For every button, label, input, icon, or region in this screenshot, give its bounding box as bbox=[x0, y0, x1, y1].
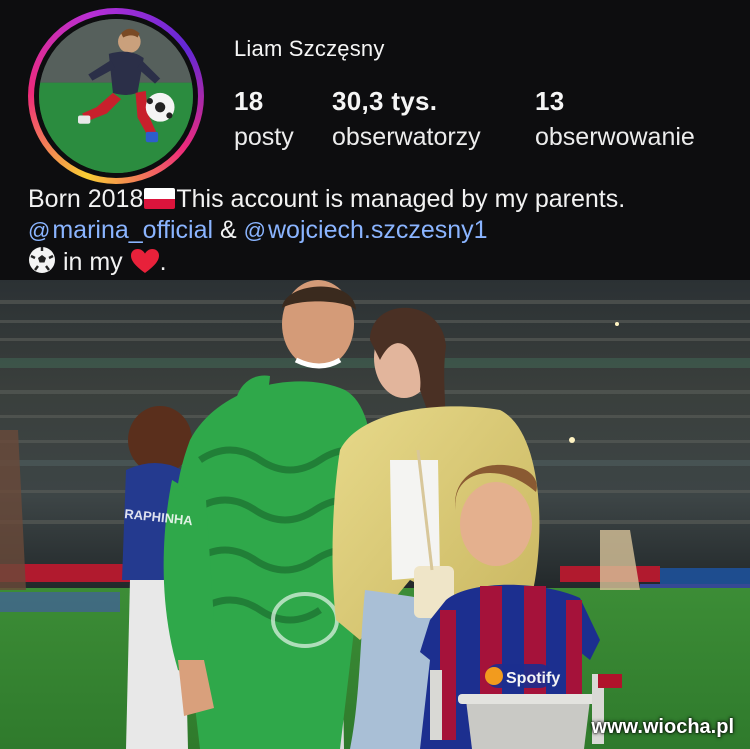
jersey-sponsor-text: Spotify bbox=[506, 670, 560, 687]
bio-born: Born 2018 bbox=[28, 185, 144, 213]
stadium-photo-illustration: Spotify RAPHINHA bbox=[0, 280, 750, 749]
followers-count: 30,3 tys. bbox=[332, 86, 438, 116]
mention-marina[interactable]: @marina_official bbox=[28, 216, 213, 244]
post-photo[interactable]: Spotify RAPHINHA www.wiocha.pl bbox=[0, 280, 750, 749]
profile-bio: Born 2018 This account is managed by my p… bbox=[28, 184, 728, 278]
stat-following[interactable]: 13 obserwowanie bbox=[535, 86, 695, 152]
red-heart-icon bbox=[130, 249, 159, 273]
avatar-image bbox=[39, 19, 193, 173]
threads-icon: @ bbox=[28, 218, 51, 243]
bio-line-1: Born 2018 This account is managed by my p… bbox=[28, 184, 728, 215]
soccer-ball-icon bbox=[29, 247, 55, 273]
story-ring[interactable] bbox=[28, 8, 204, 184]
followers-label: obserwatorzy bbox=[332, 123, 481, 151]
poland-flag-icon bbox=[144, 188, 176, 209]
mention-wojciech[interactable]: @wojciech.szczesny1 bbox=[244, 216, 488, 244]
watermark: www.wiocha.pl bbox=[591, 716, 734, 738]
profile-header: Liam Szczęsny 18 posty 30,3 tys. obserwa… bbox=[0, 0, 750, 280]
threads-icon: @ bbox=[243, 218, 266, 243]
bio-amp: & bbox=[213, 216, 244, 244]
bio-in-my: in my bbox=[56, 248, 130, 276]
posts-count: 18 bbox=[234, 86, 264, 116]
stat-followers[interactable]: 30,3 tys. obserwatorzy bbox=[332, 86, 481, 152]
profile-username: Liam Szczęsny bbox=[234, 36, 385, 61]
bio-line-3: in my . bbox=[28, 246, 728, 278]
bio-managed: This account is managed by my parents. bbox=[176, 185, 626, 213]
stat-posts[interactable]: 18 posty bbox=[234, 86, 294, 152]
mention-marina-text: marina_official bbox=[52, 216, 214, 244]
posts-label: posty bbox=[234, 123, 294, 151]
bio-period: . bbox=[159, 248, 167, 276]
avatar[interactable] bbox=[34, 14, 198, 178]
following-count: 13 bbox=[535, 86, 565, 116]
following-label: obserwowanie bbox=[535, 123, 695, 151]
bio-line-2: @marina_official & @wojciech.szczesny1 bbox=[28, 215, 728, 246]
mention-wojciech-text: wojciech.szczesny1 bbox=[268, 216, 488, 244]
